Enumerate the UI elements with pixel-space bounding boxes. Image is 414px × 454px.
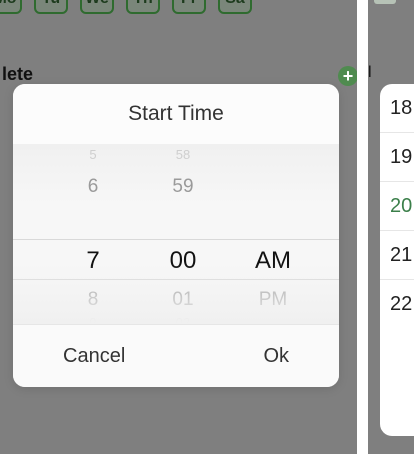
dialog-actions: Cancel Ok bbox=[13, 324, 339, 387]
hour-selected[interactable]: 7 bbox=[53, 247, 133, 275]
time-picker[interactable]: 5 6 7 8 9 58 59 00 01 02 AM PM bbox=[13, 144, 339, 330]
minute-option[interactable]: 01 bbox=[143, 289, 223, 311]
right-background: l 18 19 20 21 22 bbox=[368, 0, 414, 454]
day-tab-mo[interactable]: Mo bbox=[0, 0, 22, 14]
list-item[interactable]: 22 bbox=[380, 279, 414, 328]
ok-button[interactable]: Ok bbox=[263, 345, 289, 368]
hour-option[interactable]: 8 bbox=[53, 289, 133, 311]
ampm-wheel[interactable]: AM PM bbox=[233, 144, 313, 324]
day-tab-sa[interactable]: Sa bbox=[218, 0, 252, 14]
screen: Mo Tu We Th Fr Sa lete + Start Time 5 6 … bbox=[0, 0, 414, 454]
add-icon[interactable]: + bbox=[338, 66, 357, 86]
day-tab-fr[interactable]: Fr bbox=[172, 0, 206, 14]
ampm-option[interactable]: PM bbox=[233, 289, 313, 311]
day-tab-th[interactable]: Th bbox=[126, 0, 160, 14]
day-tab-tu[interactable]: Tu bbox=[34, 0, 68, 14]
minute-selected[interactable]: 00 bbox=[143, 247, 223, 275]
right-caption: l bbox=[368, 64, 372, 81]
list-item[interactable]: 19 bbox=[380, 132, 414, 181]
minute-option[interactable]: 59 bbox=[143, 176, 223, 198]
time-picker-dialog: Start Time 5 6 7 8 9 58 59 00 01 02 AM P… bbox=[13, 84, 339, 387]
right-top-tab bbox=[374, 0, 396, 4]
right-picker-list: 18 19 20 21 22 bbox=[380, 84, 414, 436]
day-tabs: Mo Tu We Th Fr Sa bbox=[0, 0, 252, 14]
dialog-title: Start Time bbox=[13, 84, 339, 144]
hour-option[interactable]: 6 bbox=[53, 176, 133, 198]
list-item[interactable]: 18 bbox=[380, 84, 414, 132]
cancel-button[interactable]: Cancel bbox=[63, 345, 125, 368]
ampm-selected[interactable]: AM bbox=[233, 247, 313, 275]
day-tab-we[interactable]: We bbox=[80, 0, 114, 14]
minute-option[interactable]: 58 bbox=[143, 147, 223, 162]
section-caption: lete bbox=[2, 64, 34, 84]
list-item-selected[interactable]: 20 bbox=[380, 181, 414, 230]
hour-option[interactable]: 5 bbox=[53, 147, 133, 162]
list-item[interactable]: 21 bbox=[380, 230, 414, 279]
minute-wheel[interactable]: 58 59 00 01 02 bbox=[143, 144, 223, 330]
hour-wheel[interactable]: 5 6 7 8 9 bbox=[53, 144, 133, 330]
